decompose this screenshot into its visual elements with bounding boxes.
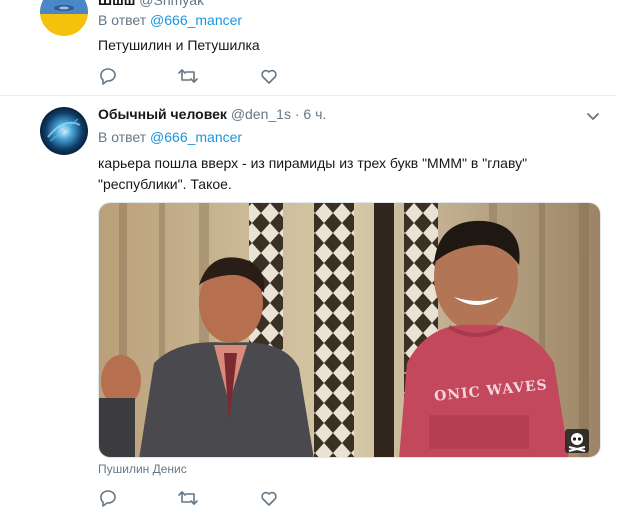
avatar-tweet-1[interactable] — [40, 0, 88, 36]
avatar-tweet-2[interactable] — [40, 107, 88, 155]
tweet-1-header: Шшш @Shmyak — [98, 0, 204, 8]
user-handle[interactable]: @den_1s — [231, 106, 291, 122]
tweet-text-line-1: карьера пошла вверх - из пирамиды из тре… — [98, 155, 528, 171]
tweet-2-actions — [98, 488, 298, 508]
retweet-icon[interactable] — [177, 488, 199, 508]
timestamp[interactable]: 6 ч. — [303, 106, 326, 122]
tweet-photo[interactable]: ONIC WAVES — [98, 202, 601, 458]
tweet-text: карьера пошла вверх - из пирамиды из тре… — [98, 153, 598, 195]
tweet-1-actions — [98, 66, 298, 86]
like-icon[interactable] — [259, 488, 281, 508]
reply-prefix: В ответ — [98, 12, 147, 28]
tweet-1[interactable]: Шшш @Shmyak В ответ @666_mancer Петушили… — [0, 0, 617, 95]
avatar-image — [40, 0, 88, 36]
skull-watermark-icon — [565, 429, 589, 453]
reply-context: В ответ @666_mancer — [98, 12, 242, 28]
photo-image — [99, 203, 600, 457]
media-caption[interactable]: Пушилин Денис — [98, 462, 187, 476]
tweet-text: Петушилин и Петушилка — [98, 37, 260, 53]
separator-dot: · — [294, 106, 300, 122]
tweet-2-header: Обычный человек @den_1s · 6 ч. — [98, 106, 326, 122]
reply-prefix: В ответ — [98, 129, 147, 145]
user-handle[interactable]: @Shmyak — [139, 0, 204, 8]
reply-mention-link[interactable]: @666_mancer — [150, 129, 242, 145]
reply-icon[interactable] — [98, 488, 120, 508]
avatar-image — [40, 107, 88, 155]
reply-mention-link[interactable]: @666_mancer — [150, 12, 242, 28]
retweet-icon[interactable] — [177, 66, 199, 86]
reply-context: В ответ @666_mancer — [98, 129, 242, 145]
caret-down-icon[interactable] — [585, 108, 601, 124]
display-name[interactable]: Шшш — [98, 0, 135, 8]
like-icon[interactable] — [259, 66, 281, 86]
tweet-text-line-2: "республики". Такое. — [98, 176, 232, 192]
reply-icon[interactable] — [98, 66, 120, 86]
display-name[interactable]: Обычный человек — [98, 106, 227, 122]
